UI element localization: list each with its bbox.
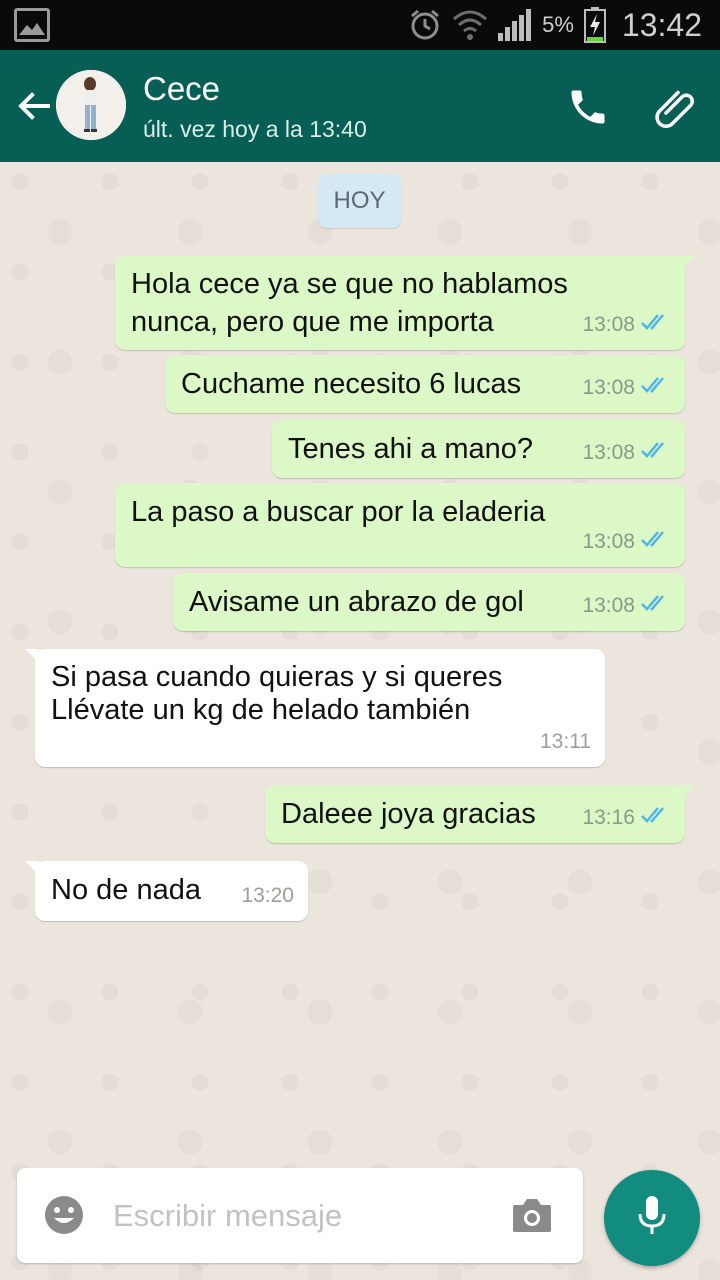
battery-charging-icon	[583, 7, 606, 43]
message-time: 13:08	[582, 376, 635, 399]
message-outgoing[interactable]: Hola cece ya se que no hablamos nunca, p…	[115, 255, 695, 350]
date-chip: HOY	[318, 174, 401, 228]
back-arrow-icon[interactable]	[14, 86, 54, 126]
message-outgoing[interactable]: Daleee joya gracias 13:16	[265, 785, 695, 843]
message-composer	[17, 1168, 583, 1263]
message-incoming[interactable]: Si pasa cuando quieras y si queres Lléva…	[25, 649, 605, 767]
message-input[interactable]	[113, 1188, 483, 1244]
message-meta: 13:08	[582, 306, 671, 344]
message-meta: 13:16	[582, 799, 671, 837]
message-meta: 13:08	[582, 587, 671, 625]
message-outgoing[interactable]: Tenes ahi a mano? 13:08	[272, 420, 685, 478]
double-check-icon	[641, 369, 671, 407]
double-check-icon	[641, 587, 671, 625]
message-text: Si pasa cuando quieras y si queres Lléva…	[51, 661, 503, 726]
status-time: 13:42	[621, 6, 702, 43]
chat-area[interactable]: HOY Hola cece ya se que no hablamos nunc…	[0, 162, 720, 1280]
double-check-icon	[641, 799, 671, 837]
paperclip-icon[interactable]	[652, 83, 700, 131]
double-check-icon	[641, 434, 671, 472]
message-text: Hola cece ya se que no hablamos nunca, p…	[131, 268, 568, 338]
message-time: 13:20	[241, 884, 294, 907]
message-text: La paso a buscar por la eladeria	[131, 496, 546, 528]
message-text: Daleee joya gracias	[281, 798, 536, 830]
camera-icon[interactable]	[511, 1196, 553, 1234]
message-text: Cuchame necesito 6 lucas	[181, 368, 522, 400]
message-time: 13:16	[582, 806, 635, 829]
chat-header: Cece últ. vez hoy a la 13:40	[0, 50, 720, 162]
message-meta: 13:08	[582, 369, 671, 407]
message-time: 13:08	[582, 441, 635, 464]
microphone-icon	[634, 1194, 670, 1243]
message-outgoing[interactable]: Cuchame necesito 6 lucas 13:08	[165, 355, 685, 413]
message-time: 13:11	[540, 730, 591, 753]
message-meta: 13:20	[241, 877, 294, 915]
gallery-icon	[14, 8, 50, 42]
wifi-icon	[452, 9, 488, 41]
contact-name[interactable]: Cece	[143, 70, 220, 108]
message-time: 13:08	[582, 530, 635, 553]
message-time: 13:08	[582, 313, 635, 336]
message-text: Avisame un abrazo de gol	[189, 586, 524, 618]
double-check-icon	[641, 523, 671, 561]
message-outgoing[interactable]: La paso a buscar por la eladeria 13:08	[115, 483, 685, 567]
message-meta: 13:11	[540, 723, 591, 761]
message-meta: 13:08	[582, 434, 671, 472]
battery-percent: 5%	[542, 12, 574, 37]
avatar[interactable]	[56, 70, 126, 140]
phone-icon[interactable]	[566, 85, 610, 129]
message-incoming[interactable]: No de nada 13:20	[25, 861, 308, 921]
message-text: No de nada	[51, 874, 201, 906]
emoji-icon[interactable]	[43, 1194, 85, 1236]
alarm-icon	[408, 8, 442, 42]
status-bar: 5% 13:42	[0, 0, 720, 50]
message-text: Tenes ahi a mano?	[288, 433, 534, 465]
double-check-icon	[641, 306, 671, 344]
signal-icon	[498, 9, 532, 41]
message-outgoing[interactable]: Avisame un abrazo de gol 13:08	[173, 573, 685, 631]
message-meta: 13:08	[582, 523, 671, 561]
mic-button[interactable]	[604, 1170, 700, 1266]
message-time: 13:08	[582, 594, 635, 617]
last-seen-status: últ. vez hoy a la 13:40	[143, 116, 367, 142]
